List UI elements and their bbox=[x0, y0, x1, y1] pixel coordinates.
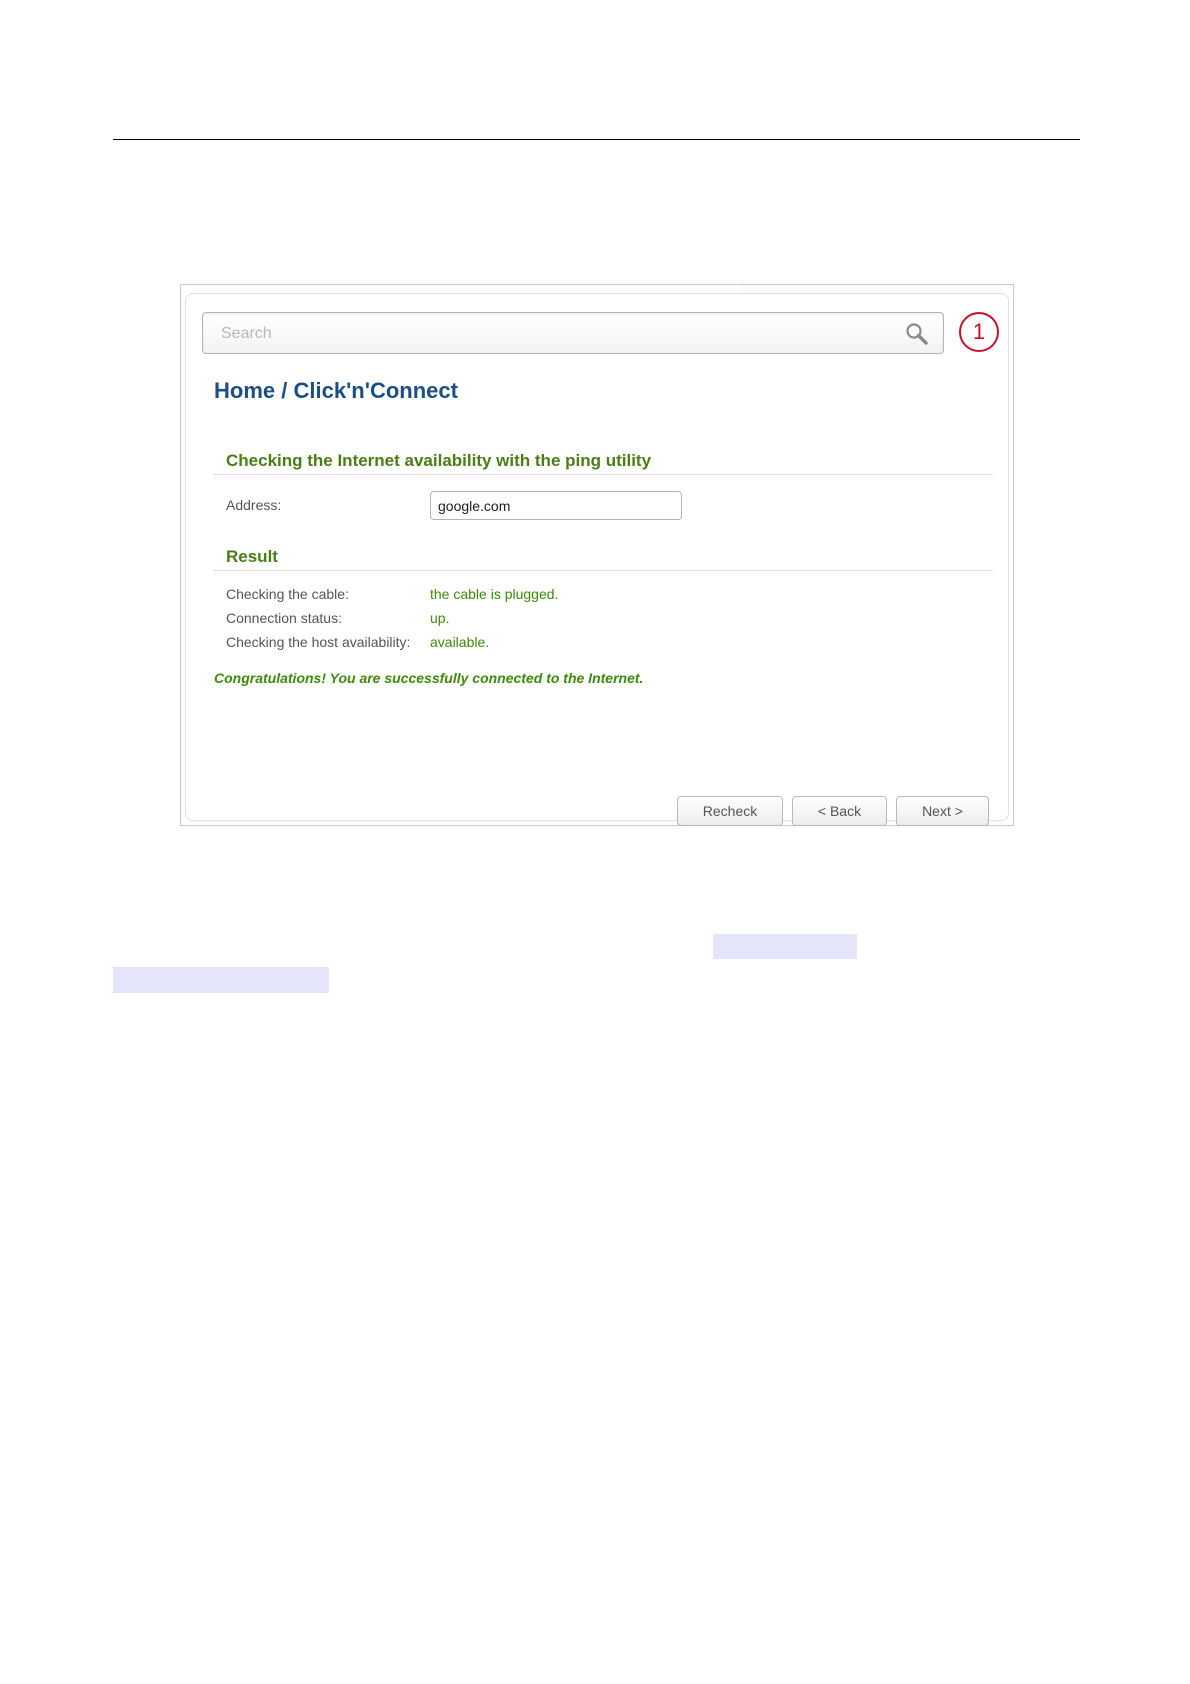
ping-section-title: Checking the Internet availability with … bbox=[226, 451, 652, 470]
search-icon[interactable] bbox=[905, 322, 929, 346]
breadcrumb-current: Click'n'Connect bbox=[293, 378, 458, 403]
highlight-box bbox=[713, 934, 857, 959]
connection-status-value: up. bbox=[430, 610, 450, 626]
next-button[interactable]: Next > bbox=[896, 796, 989, 826]
page-header-rule bbox=[113, 139, 1080, 140]
breadcrumb-home[interactable]: Home / bbox=[214, 378, 287, 403]
result-section-title: Result bbox=[226, 547, 278, 566]
highlight-box bbox=[113, 967, 329, 993]
host-availability-value: available. bbox=[430, 634, 490, 650]
search-bar[interactable] bbox=[202, 312, 944, 355]
section-divider bbox=[214, 570, 993, 571]
address-input[interactable] bbox=[430, 491, 682, 520]
content-panel: 1 Home / Click'n'Connect Checking the In… bbox=[185, 293, 1009, 826]
recheck-button[interactable]: Recheck bbox=[677, 796, 783, 826]
notification-badge[interactable]: 1 bbox=[959, 312, 999, 352]
breadcrumb: Home / Click'n'Connect bbox=[214, 378, 458, 404]
connection-status-label: Connection status: bbox=[226, 610, 342, 626]
address-label: Address: bbox=[226, 497, 282, 513]
search-input[interactable] bbox=[219, 313, 863, 355]
success-message: Congratulations! You are successfully co… bbox=[214, 670, 644, 686]
router-web-interface-screenshot: 1 Home / Click'n'Connect Checking the In… bbox=[180, 284, 1014, 826]
cable-check-value: the cable is plugged. bbox=[430, 586, 559, 602]
host-availability-label: Checking the host availability: bbox=[226, 634, 411, 650]
back-button[interactable]: < Back bbox=[792, 796, 887, 826]
cable-check-label: Checking the cable: bbox=[226, 586, 349, 602]
section-divider bbox=[214, 474, 993, 475]
